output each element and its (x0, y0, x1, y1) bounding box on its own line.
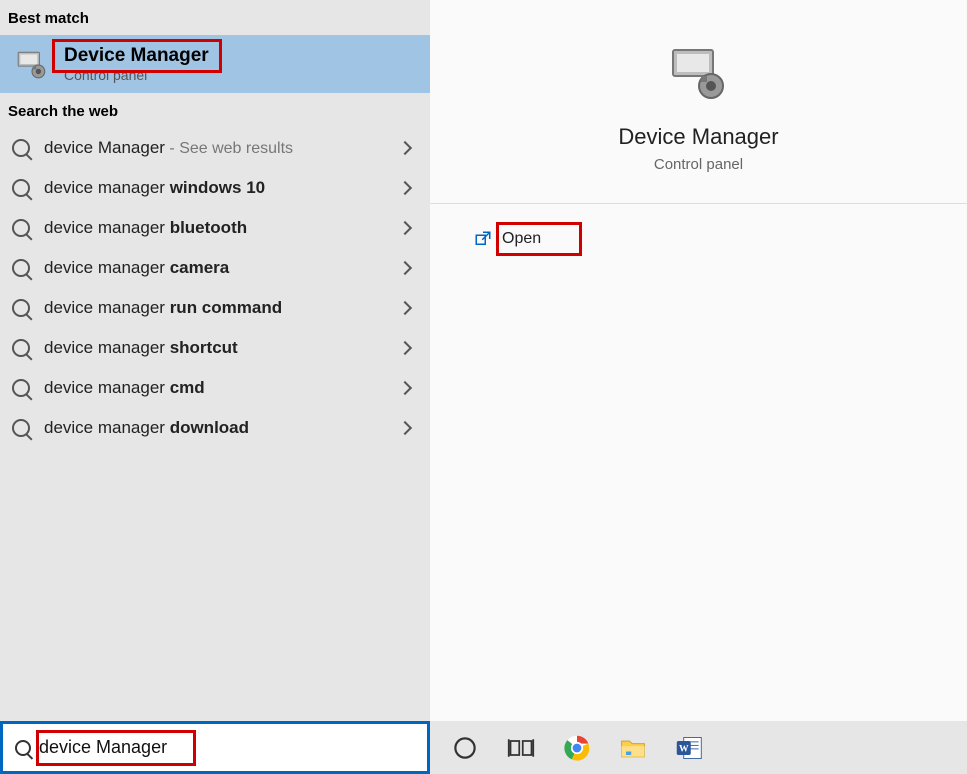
web-result-row[interactable]: device manager shortcut (0, 328, 430, 368)
web-result-text: device manager run command (44, 298, 282, 318)
task-view-icon[interactable] (506, 733, 536, 763)
search-icon (12, 259, 30, 277)
search-icon (15, 740, 31, 756)
search-icon (12, 299, 30, 317)
web-result-text: device manager camera (44, 258, 229, 278)
device-manager-icon (667, 40, 731, 104)
web-result-left: device manager cmd (12, 378, 205, 398)
web-result-text: device manager cmd (44, 378, 205, 398)
web-result-text: device manager bluetooth (44, 218, 247, 238)
web-result-row[interactable]: device manager bluetooth (0, 208, 430, 248)
search-icon (12, 139, 30, 157)
web-result-left: device manager shortcut (12, 338, 238, 358)
cortana-icon[interactable] (450, 733, 480, 763)
web-result-row[interactable]: device manager cmd (0, 368, 430, 408)
search-icon (12, 419, 30, 437)
web-result-text: device manager download (44, 418, 249, 438)
web-result-row[interactable]: device Manager - See web results (0, 128, 430, 168)
search-input[interactable] (39, 737, 379, 758)
preview-pane: Device Manager Control panel Open (430, 0, 967, 721)
preview-actions: Open (430, 204, 967, 254)
web-result-text: device manager shortcut (44, 338, 238, 358)
web-result-left: device manager camera (12, 258, 229, 278)
best-match-result[interactable]: Device Manager Control panel (0, 35, 430, 93)
web-result-left: device manager download (12, 418, 249, 438)
results-pane: Best match Device Manager Control panel … (0, 0, 430, 721)
best-match-header: Best match (0, 0, 430, 35)
open-label: Open (502, 230, 541, 248)
search-icon (12, 379, 30, 397)
chevron-right-icon (398, 341, 412, 355)
web-result-left: device manager windows 10 (12, 178, 265, 198)
web-result-left: device manager run command (12, 298, 282, 318)
chevron-right-icon (398, 261, 412, 275)
preview-header: Device Manager Control panel (430, 0, 967, 204)
web-result-row[interactable]: device manager windows 10 (0, 168, 430, 208)
best-match-texts: Device Manager Control panel (64, 45, 209, 83)
search-icon (12, 339, 30, 357)
web-result-row[interactable]: device manager camera (0, 248, 430, 288)
file-explorer-icon[interactable] (618, 733, 648, 763)
web-result-text: device Manager - See web results (44, 138, 293, 158)
open-action[interactable]: Open (464, 224, 551, 254)
open-external-icon (474, 230, 492, 248)
svg-text:W: W (679, 743, 689, 754)
chevron-right-icon (398, 381, 412, 395)
preview-title: Device Manager (618, 124, 778, 150)
web-result-left: device manager bluetooth (12, 218, 247, 238)
device-manager-icon (14, 46, 50, 82)
chevron-right-icon (398, 141, 412, 155)
word-icon[interactable]: W (674, 733, 704, 763)
web-results-header: Search the web (0, 93, 430, 128)
web-result-row[interactable]: device manager run command (0, 288, 430, 328)
search-icon (12, 179, 30, 197)
search-icon (12, 219, 30, 237)
best-match-subtitle: Control panel (64, 67, 209, 83)
chevron-right-icon (398, 221, 412, 235)
chrome-icon[interactable] (562, 733, 592, 763)
chevron-right-icon (398, 421, 412, 435)
search-layout: Best match Device Manager Control panel … (0, 0, 967, 721)
web-result-left: device Manager - See web results (12, 138, 293, 158)
web-result-row[interactable]: device manager download (0, 408, 430, 448)
web-results-list: device Manager - See web results device … (0, 128, 430, 448)
web-result-text: device manager windows 10 (44, 178, 265, 198)
search-box[interactable] (0, 721, 430, 774)
preview-subtitle: Control panel (654, 156, 743, 173)
best-match-title: Device Manager (64, 45, 209, 67)
taskbar: W (0, 721, 967, 774)
chevron-right-icon (398, 301, 412, 315)
taskbar-icons: W (430, 721, 704, 774)
chevron-right-icon (398, 181, 412, 195)
